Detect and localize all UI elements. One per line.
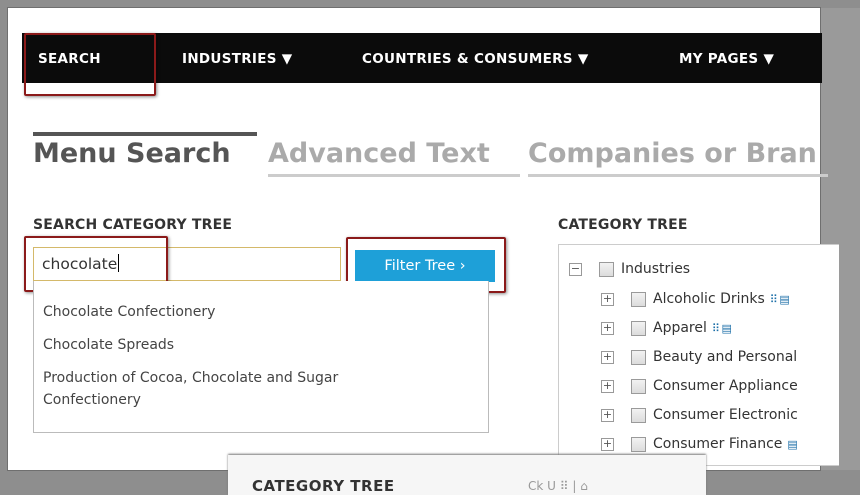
tree-checkbox[interactable] <box>631 437 646 452</box>
tree-item-label[interactable]: Alcoholic Drinks <box>653 291 765 307</box>
expand-icon[interactable]: + <box>601 409 614 422</box>
grid-icon[interactable]: ⠿ ▤ <box>770 290 790 310</box>
category-tree: − Industries + Alcoholic Drinks ⠿ ▤ + App… <box>558 244 839 466</box>
grid-icon[interactable]: ⠿ ▤ <box>712 319 732 339</box>
tree-item-consumer-finance: + Consumer Finance ▤ <box>601 434 831 454</box>
tree-item-label[interactable]: Consumer Electronic <box>653 405 798 425</box>
nav-my-pages[interactable]: MY PAGES ▼ <box>679 33 774 83</box>
suggestion-item[interactable]: Confectionery <box>43 389 141 411</box>
expand-icon[interactable]: + <box>601 293 614 306</box>
collapse-icon[interactable]: − <box>569 263 582 276</box>
tab-companies-or-brands[interactable]: Companies or Bran <box>528 138 817 169</box>
expand-icon[interactable]: + <box>601 322 614 335</box>
tree-checkbox[interactable] <box>631 408 646 423</box>
tree-item-label: Industries <box>621 261 691 277</box>
tree-checkbox[interactable] <box>631 321 646 336</box>
tree-item-label[interactable]: Consumer Finance <box>653 436 782 452</box>
search-category-title: SEARCH CATEGORY TREE <box>33 217 233 233</box>
tree-item-consumer-appliances: + Consumer Appliance <box>601 376 831 396</box>
suggestion-list: Chocolate Confectionery Chocolate Spread… <box>33 281 489 433</box>
suggestion-item[interactable]: Production of Cocoa, Chocolate and Sugar <box>43 367 338 389</box>
bottom-window-toolbar: Ck U ⠿ | ⌂ <box>528 479 588 493</box>
tab-advanced-text[interactable]: Advanced Text <box>268 138 490 169</box>
tree-item-apparel: + Apparel ⠿ ▤ <box>601 318 831 338</box>
tree-item-beauty: + Beauty and Personal <box>601 347 831 367</box>
category-tree-title: CATEGORY TREE <box>558 217 688 233</box>
highlight-search-tab <box>24 33 156 96</box>
expand-icon[interactable]: + <box>601 438 614 451</box>
suggestion-item[interactable]: Chocolate Confectionery <box>43 301 215 323</box>
tree-item-label[interactable]: Beauty and Personal <box>653 347 797 367</box>
tree-item-alcoholic-drinks: + Alcoholic Drinks ⠿ ▤ <box>601 289 831 309</box>
tab-underline-advanced <box>268 174 520 177</box>
expand-icon[interactable]: + <box>601 351 614 364</box>
nav-industries[interactable]: INDUSTRIES ▼ <box>182 33 292 83</box>
expand-icon[interactable]: + <box>601 380 614 393</box>
tree-item-label[interactable]: Consumer Appliance <box>653 376 798 396</box>
suggestion-item[interactable]: Chocolate Spreads <box>43 334 174 356</box>
tree-item-consumer-electronics: + Consumer Electronic <box>601 405 831 425</box>
tree-checkbox[interactable] <box>631 350 646 365</box>
tree-item-label[interactable]: Apparel <box>653 320 707 336</box>
tree-root-row: − Industries <box>569 259 829 279</box>
bottom-window-fragment: CATEGORY TREE Ck U ⠿ | ⌂ <box>228 455 706 495</box>
tab-menu-search[interactable]: Menu Search <box>33 138 231 169</box>
bottom-window-title: CATEGORY TREE <box>252 477 395 495</box>
tree-checkbox[interactable] <box>631 292 646 307</box>
active-tab-indicator <box>33 132 257 136</box>
tree-checkbox[interactable] <box>599 262 614 277</box>
tree-checkbox[interactable] <box>631 379 646 394</box>
nav-countries-consumers[interactable]: COUNTRIES & CONSUMERS ▼ <box>362 33 589 83</box>
list-icon[interactable]: ▤ <box>787 435 797 455</box>
tab-underline-companies <box>528 174 828 177</box>
